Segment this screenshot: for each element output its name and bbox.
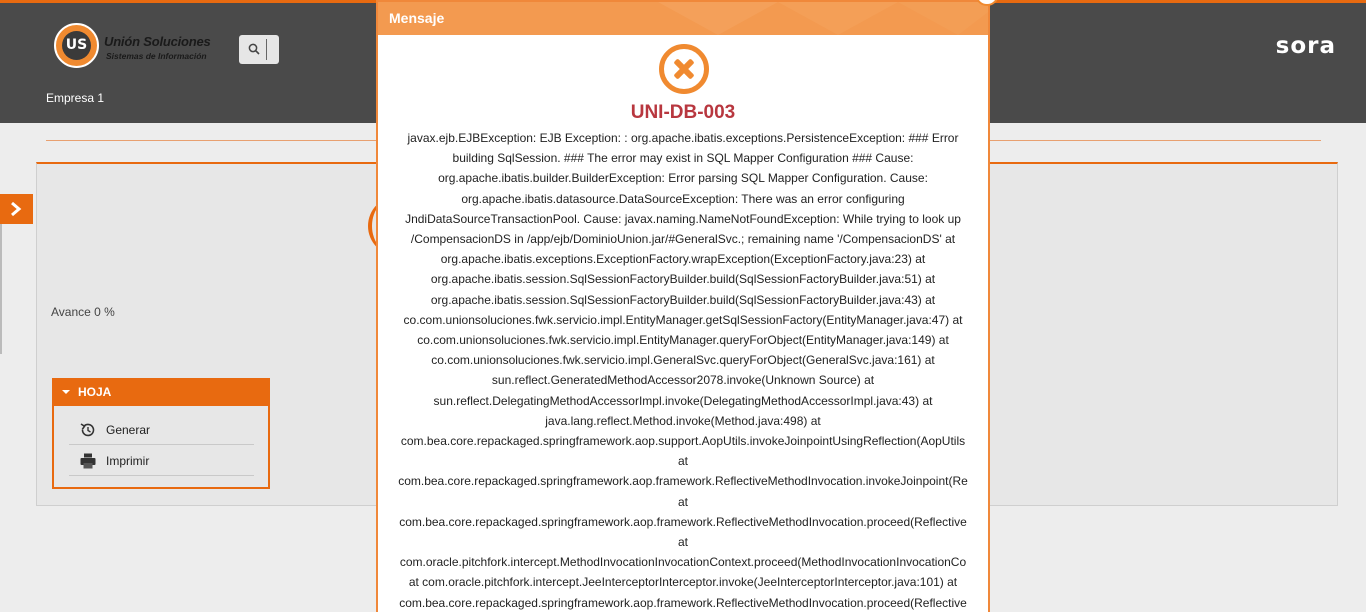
stacktrace-line: org.apache.ibatis.datasource.DataSourceE… xyxy=(461,191,905,206)
logo-mark-text: US xyxy=(62,31,91,60)
error-circle-x-icon xyxy=(659,44,709,94)
stacktrace-line: com.bea.core.repackaged.springframework.… xyxy=(400,434,966,449)
printer-icon xyxy=(80,453,96,469)
stacktrace-line: /CompensacionDS in /app/ejb/DominioUnion… xyxy=(410,232,956,247)
hoja-menu: HOJA Generar Imprimir xyxy=(52,378,270,489)
hoja-item-label: Imprimir xyxy=(106,454,150,468)
stacktrace-line: java.lang.reflect.Method.invoke(Method.j… xyxy=(545,413,821,428)
stacktrace-line: sun.reflect.DelegatingMethodAccessorImpl… xyxy=(433,393,933,408)
stacktrace-line: javax.ejb.EJBException: EJB Exception: :… xyxy=(407,131,959,145)
union-soluciones-logo[interactable]: US Unión Soluciones Sistemas de Informac… xyxy=(54,23,254,71)
stacktrace-line: at xyxy=(677,494,688,509)
error-stacktrace: javax.ejb.EJBException: EJB Exception: :… xyxy=(380,128,986,612)
stacktrace-line: com.oracle.pitchfork.intercept.MethodInv… xyxy=(399,555,967,570)
stacktrace-line: com.bea.core.repackaged.springframework.… xyxy=(399,514,967,529)
search-button[interactable] xyxy=(239,35,279,64)
hoja-item-imprimir[interactable]: Imprimir xyxy=(69,445,254,476)
hoja-item-generar[interactable]: Generar xyxy=(69,414,254,445)
stacktrace-line: org.apache.ibatis.exceptions.ExceptionFa… xyxy=(440,252,926,267)
sora-brand-logo: sora xyxy=(1275,33,1336,59)
company-selector[interactable]: Empresa 1 xyxy=(46,91,104,105)
stacktrace-line: org.apache.ibatis.builder.BuilderExcepti… xyxy=(438,171,928,186)
stacktrace-line: at com.oracle.pitchfork.intercept.JeeInt… xyxy=(408,575,958,590)
dialog-header: Mensaje xyxy=(378,2,988,35)
stacktrace-line: co.com.unionsoluciones.fwk.servicio.impl… xyxy=(417,333,949,348)
refresh-icon xyxy=(80,423,95,437)
progress-label: Avance 0 % xyxy=(51,305,115,319)
stacktrace-line: building SqlSession. ### The error may e… xyxy=(452,151,914,166)
hoja-menu-header[interactable]: HOJA xyxy=(52,378,270,406)
logo-subtitle: Sistemas de Información xyxy=(106,51,207,61)
stacktrace-line: org.apache.ibatis.session.SqlSessionFact… xyxy=(430,292,936,307)
error-message-dialog: Mensaje UNI-DB-003 javax.ejb.EJBExceptio… xyxy=(376,0,990,612)
sidebar-toggle-button[interactable] xyxy=(0,194,33,224)
close-icon[interactable] xyxy=(973,0,1001,12)
search-divider xyxy=(266,39,267,60)
sidebar-edge xyxy=(0,224,2,354)
hoja-item-label: Generar xyxy=(106,423,151,437)
stacktrace-line: com.bea.core.repackaged.springframework.… xyxy=(399,595,967,610)
dialog-title: Mensaje xyxy=(389,10,445,26)
search-icon xyxy=(248,43,260,55)
stacktrace-line: JndiDataSourceTransactionPool. Cause: ja… xyxy=(405,211,961,226)
stacktrace-line: at xyxy=(677,454,688,469)
hoja-menu-title: HOJA xyxy=(78,385,112,399)
stacktrace-line: co.com.unionsoluciones.fwk.servicio.impl… xyxy=(431,353,935,368)
stacktrace-line: org.apache.ibatis.session.SqlSessionFact… xyxy=(430,272,936,287)
logo-name: Unión Soluciones xyxy=(104,34,211,49)
header-pattern xyxy=(658,2,988,35)
chevron-right-icon xyxy=(11,201,22,217)
stacktrace-line: com.bea.core.repackaged.springframework.… xyxy=(398,474,968,489)
stacktrace-line: sun.reflect.GeneratedMethodAccessor2078.… xyxy=(491,373,875,388)
stacktrace-line: at xyxy=(677,535,688,550)
caret-down-icon xyxy=(62,390,70,394)
error-code: UNI-DB-003 xyxy=(630,102,736,123)
logo-mark: US xyxy=(54,23,99,68)
stacktrace-line: co.com.unionsoluciones.fwk.servicio.impl… xyxy=(403,312,963,327)
